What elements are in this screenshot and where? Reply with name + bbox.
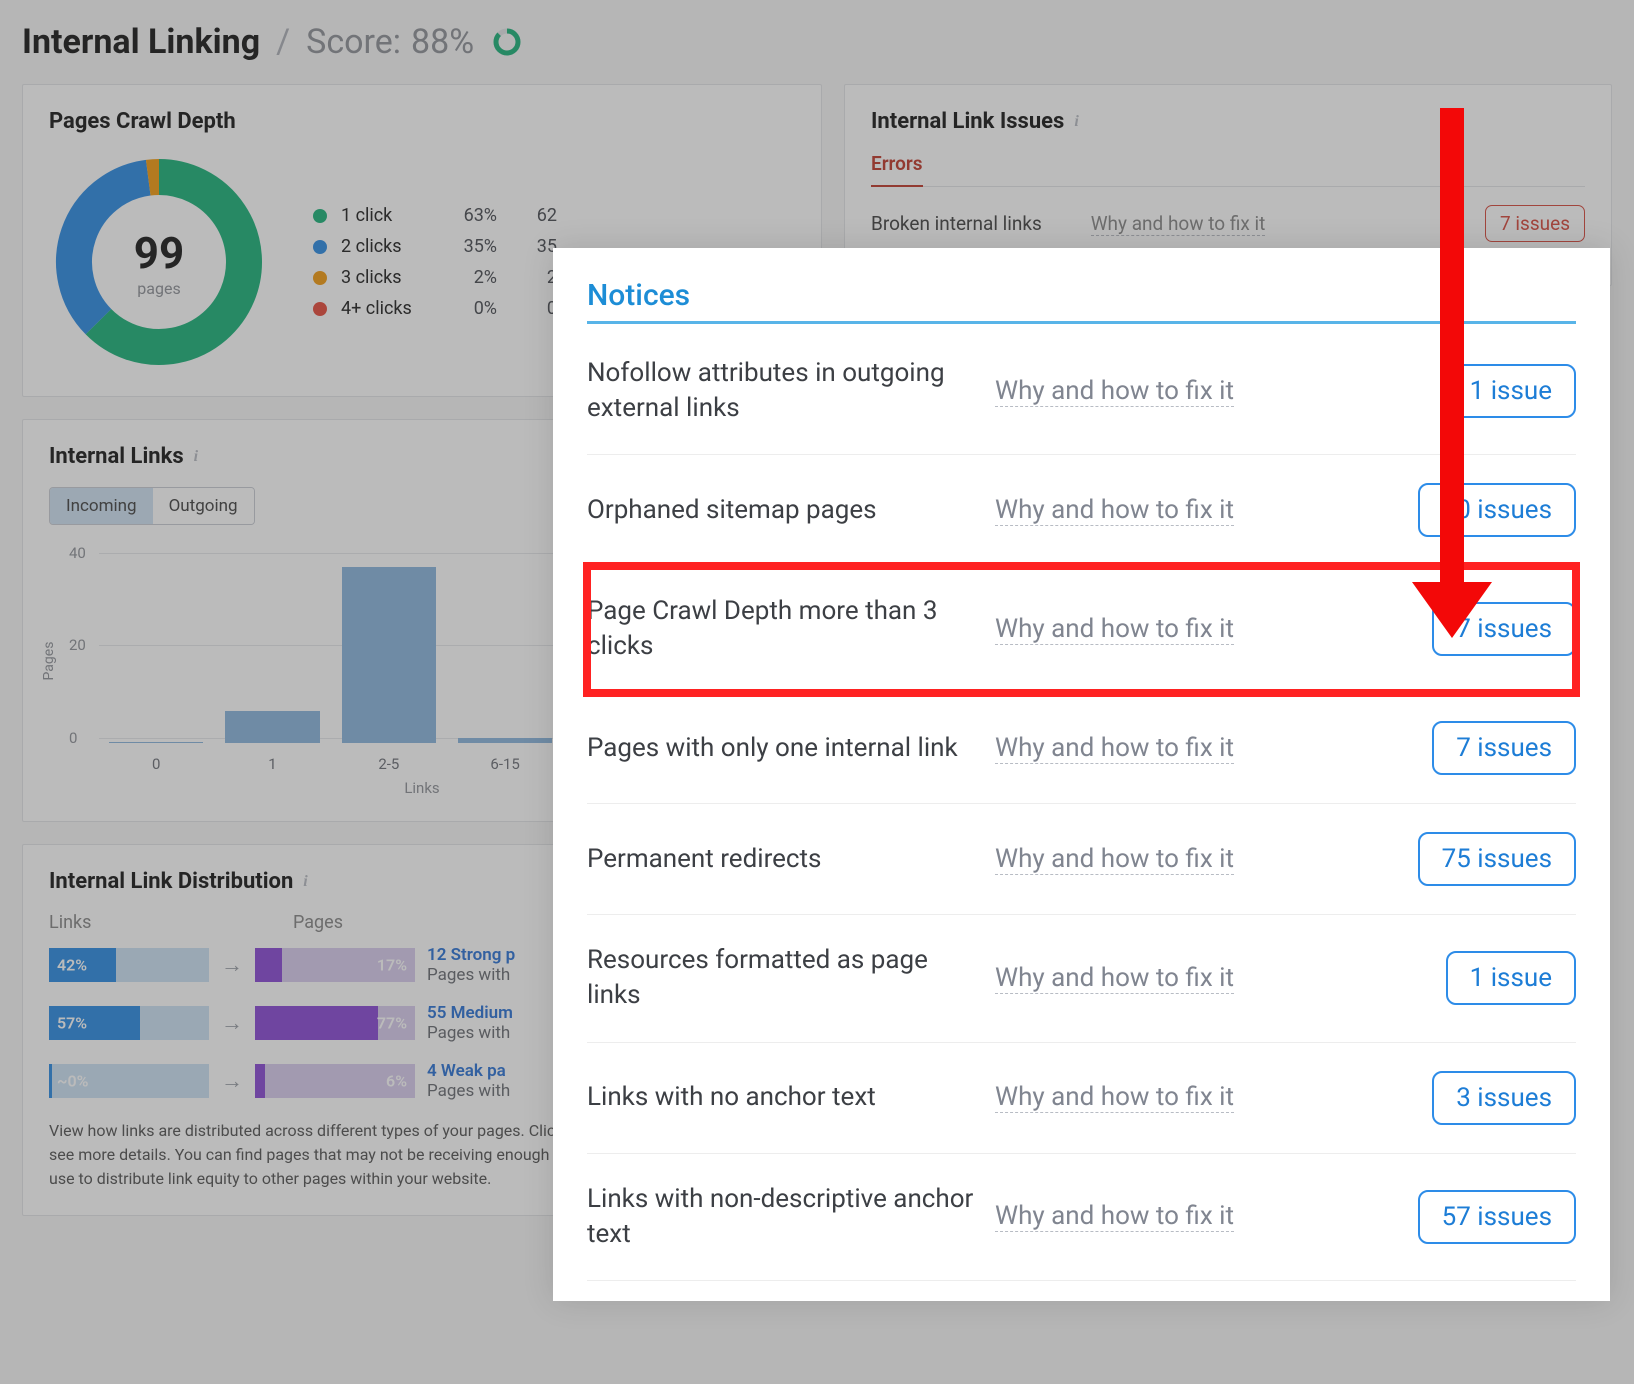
notice-row[interactable]: Resources formatted as page links Why an… — [587, 915, 1576, 1042]
notice-count-pill[interactable]: 75 issues — [1418, 832, 1576, 886]
notice-name: Orphaned sitemap pages — [587, 493, 995, 528]
notice-name: Resources formatted as page links — [587, 943, 995, 1013]
why-link[interactable]: Why and how to fix it — [995, 963, 1234, 994]
notice-row[interactable]: Pages with only one internal link Why an… — [587, 693, 1576, 804]
notice-row[interactable]: Nofollow attributes in outgoing external… — [587, 328, 1576, 455]
why-link[interactable]: Why and how to fix it — [995, 376, 1234, 407]
why-link[interactable]: Why and how to fix it — [995, 614, 1234, 645]
notices-title: Notices — [587, 278, 1576, 324]
notice-row[interactable]: Links with no anchor text Why and how to… — [587, 1043, 1576, 1154]
notice-name: Page Crawl Depth more than 3 clicks — [587, 594, 995, 664]
why-link[interactable]: Why and how to fix it — [995, 844, 1234, 875]
notices-panel: Notices Nofollow attributes in outgoing … — [553, 248, 1610, 1301]
notice-row[interactable]: Page Crawl Depth more than 3 clicks Why … — [587, 566, 1576, 693]
notice-name: Permanent redirects — [587, 842, 995, 877]
notice-count-pill[interactable]: 3 issues — [1432, 1071, 1576, 1125]
notice-count-pill[interactable]: 10 issues — [1418, 483, 1576, 537]
notice-count-pill[interactable]: 1 issue — [1446, 951, 1576, 1005]
why-link[interactable]: Why and how to fix it — [995, 1201, 1234, 1232]
notice-count-pill[interactable]: 57 issues — [1418, 1190, 1576, 1244]
why-link[interactable]: Why and how to fix it — [995, 495, 1234, 526]
notice-count-pill[interactable]: 7 issues — [1432, 721, 1576, 775]
notice-row[interactable]: Orphaned sitemap pages Why and how to fi… — [587, 455, 1576, 566]
notice-row[interactable]: Links with non-descriptive anchor text W… — [587, 1154, 1576, 1281]
notice-name: Links with non-descriptive anchor text — [587, 1182, 995, 1252]
notice-name: Links with no anchor text — [587, 1080, 995, 1115]
notice-name: Pages with only one internal link — [587, 731, 995, 766]
notice-count-pill[interactable]: 7 issues — [1432, 602, 1576, 656]
notice-count-pill[interactable]: 1 issue — [1446, 364, 1576, 418]
notice-row[interactable]: Permanent redirects Why and how to fix i… — [587, 804, 1576, 915]
why-link[interactable]: Why and how to fix it — [995, 1082, 1234, 1113]
notice-name: Nofollow attributes in outgoing external… — [587, 356, 995, 426]
why-link[interactable]: Why and how to fix it — [995, 733, 1234, 764]
